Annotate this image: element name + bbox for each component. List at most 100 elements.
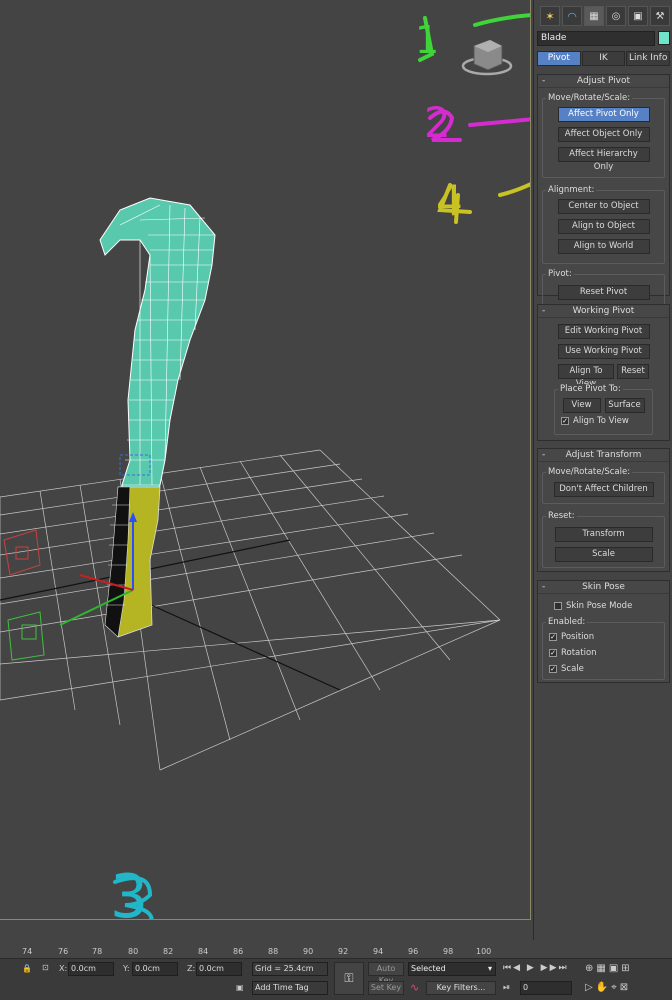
center-to-object-button[interactable]: Center to Object [557, 199, 650, 214]
key-filters-button[interactable]: Key Filters... [426, 981, 496, 995]
y-label: Y: [123, 964, 130, 973]
timeline-tick: 90 [303, 947, 314, 956]
blade-mesh[interactable] [99, 197, 216, 638]
place-pivot-label: Place Pivot To: [558, 384, 623, 394]
modify-icon[interactable]: ◠ [562, 6, 582, 26]
display-icon[interactable]: ▣ [628, 6, 648, 26]
alignment-group: Alignment: Center to Object Align to Obj… [542, 185, 665, 264]
timeline-tick: 88 [268, 947, 279, 956]
command-panel-tabs: ✶ ◠ ▦ ◎ ▣ ⚒ [538, 6, 670, 26]
rotation-checkbox-row[interactable]: ✓ Rotation [543, 645, 664, 661]
grid-axes [0, 539, 341, 691]
home-grid [0, 449, 501, 771]
key-mode-dropdown[interactable]: Selected ▾ [408, 962, 496, 976]
scale-checkbox[interactable]: ✓ [549, 665, 557, 673]
key-icon[interactable]: ⚿ [334, 962, 364, 995]
object-name-field[interactable]: Blade [537, 31, 655, 46]
reset-pivot-button[interactable]: Reset Pivot [557, 285, 650, 300]
key-mode-toggle-icon[interactable]: ⏯ [503, 983, 510, 993]
lock-icon[interactable]: 🔒 [22, 964, 32, 973]
align-to-view-checkbox-row[interactable]: ✓ Align To View [555, 413, 652, 429]
hierarchy-subtabs: Pivot IK Link Info [537, 51, 671, 66]
timeline-tick: 98 [443, 947, 454, 956]
annotation-arrow-3 [113, 876, 154, 919]
utilities-icon[interactable]: ⚒ [650, 6, 670, 26]
adjust-transform-header[interactable]: - Adjust Transform [538, 449, 669, 462]
timeline-tick: 78 [92, 947, 103, 956]
transform-reset-label: Reset: [546, 511, 577, 521]
view-button[interactable]: View [562, 398, 601, 413]
current-frame-field[interactable]: 0 [520, 981, 572, 995]
affect-hierarchy-only-button[interactable]: Affect Hierarchy Only [557, 147, 650, 172]
timeline-ruler[interactable]: 74 76 78 80 82 84 86 88 90 92 94 96 98 1… [0, 940, 500, 958]
hierarchy-icon[interactable]: ▦ [584, 6, 604, 26]
skin-pose-header[interactable]: - Skin Pose [538, 581, 669, 594]
use-working-pivot-button[interactable]: Use Working Pivot [557, 344, 650, 359]
affect-pivot-only-button[interactable]: Affect Pivot Only [557, 107, 650, 122]
timeline-tick: 94 [373, 947, 384, 956]
reset-transform-button[interactable]: Transform [554, 527, 653, 542]
absolute-mode-icon[interactable]: ⊡ [42, 963, 49, 972]
playback-controls[interactable]: ⏮◀ ▶ ▶▶⏭ [503, 963, 569, 973]
position-checkbox-row[interactable]: ✓ Position [543, 629, 664, 645]
command-panel: ✶ ◠ ▦ ◎ ▣ ⚒ Blade Pivot IK Link Info - Ad… [533, 0, 672, 940]
x-label: X: [59, 964, 68, 973]
working-pivot-row: Align To View Reset [538, 364, 669, 389]
timeline-tick: 74 [22, 947, 33, 956]
perspective-viewport[interactable] [0, 0, 531, 920]
position-checkbox[interactable]: ✓ [549, 633, 557, 641]
tab-pivot[interactable]: Pivot [537, 51, 581, 66]
create-icon[interactable]: ✶ [540, 6, 560, 26]
grid-size-display: Grid = 25.4cm [252, 962, 328, 976]
affect-object-only-button[interactable]: Affect Object Only [557, 127, 650, 142]
viewport-nav-icons-2[interactable]: ▷✋⌖⊠ [585, 982, 631, 993]
working-pivot-reset-button[interactable]: Reset [617, 364, 649, 379]
curve-editor-icon[interactable]: ∿ [410, 981, 419, 994]
y-coordinate-field[interactable]: 0.0cm [132, 962, 178, 976]
motion-icon[interactable]: ◎ [606, 6, 626, 26]
tab-link-info[interactable]: Link Info [626, 51, 671, 66]
timeline-tick: 84 [198, 947, 209, 956]
surface-button[interactable]: Surface [604, 398, 645, 413]
skin-pose-mode-checkbox[interactable] [554, 602, 562, 610]
viewcube[interactable] [460, 30, 516, 81]
dont-affect-children-button[interactable]: Don't Affect Children [553, 482, 654, 497]
rotation-checkbox[interactable]: ✓ [549, 649, 557, 657]
scale-checkbox-row[interactable]: ✓ Scale [543, 661, 664, 677]
auto-key-button[interactable]: Auto Key [368, 962, 404, 985]
pivot-label: Pivot: [546, 269, 574, 279]
skin-pose-rollout: - Skin Pose Skin Pose Mode Enabled: ✓ Posi… [537, 580, 670, 683]
align-to-object-button[interactable]: Align to Object [557, 219, 650, 234]
skin-pose-enabled-group: Enabled: ✓ Position ✓ Rotation ✓ Scale [542, 617, 665, 680]
skin-pose-mode-row[interactable]: Skin Pose Mode [538, 598, 669, 614]
timeline-tick: 96 [408, 947, 419, 956]
timeline-tick: 76 [58, 947, 69, 956]
chevron-down-icon: ▾ [487, 964, 492, 973]
viewport-nav-icons[interactable]: ⊕▦▣⊞ [585, 963, 633, 974]
timeline-tick: 82 [163, 947, 174, 956]
edit-working-pivot-button[interactable]: Edit Working Pivot [557, 324, 650, 339]
timeline-tick: 86 [233, 947, 244, 956]
align-to-view-button[interactable]: Align To View [558, 364, 614, 389]
set-key-button[interactable]: Set Key [368, 981, 404, 995]
viewport-scene [0, 13, 530, 919]
z-coordinate-field[interactable]: 0.0cm [196, 962, 242, 976]
tab-ik[interactable]: IK [581, 51, 626, 66]
x-coordinate-field[interactable]: 0.0cm [68, 962, 114, 976]
transform-reset-group: Reset: Transform Scale [542, 511, 665, 568]
transform-move-label: Move/Rotate/Scale: [546, 467, 633, 477]
z-label: Z: [187, 964, 196, 973]
annotation-arrow-4 [437, 182, 530, 224]
reset-scale-button[interactable]: Scale [554, 547, 653, 562]
align-to-view-checkbox[interactable]: ✓ [561, 417, 569, 425]
object-color-swatch[interactable] [658, 31, 670, 45]
enabled-label: Enabled: [546, 617, 588, 627]
timeline-tick: 80 [128, 947, 139, 956]
align-to-world-button[interactable]: Align to World [557, 239, 650, 254]
add-time-tag-button[interactable]: Add Time Tag [252, 981, 328, 995]
working-pivot-header[interactable]: - Working Pivot [538, 305, 669, 318]
time-tag-icon[interactable]: ▣ [236, 983, 244, 992]
annotation-arrow-2 [428, 109, 530, 142]
adjust-pivot-header[interactable]: - Adjust Pivot [538, 75, 669, 88]
pivot-group: Pivot: Reset Pivot [542, 269, 665, 308]
